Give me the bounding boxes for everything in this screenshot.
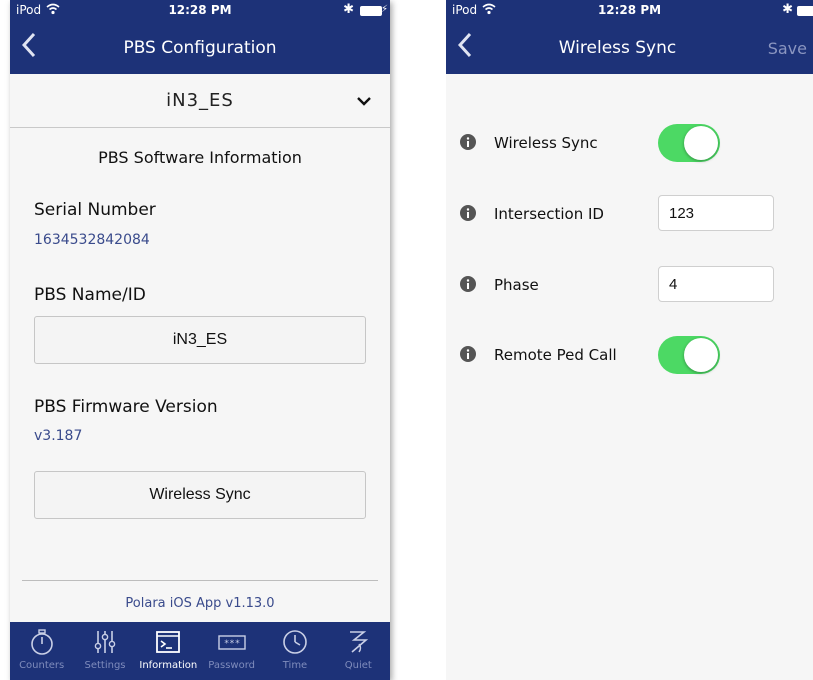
device-select[interactable]: iN3_ES — [10, 74, 390, 128]
save-button[interactable]: Save — [768, 39, 807, 58]
tab-counters[interactable]: Counters — [10, 622, 73, 680]
pbs-name-label: PBS Name/ID — [34, 285, 146, 305]
wireless-sync-button[interactable]: Wireless Sync — [34, 471, 366, 519]
tab-information[interactable]: Information — [137, 622, 200, 680]
info-icon[interactable] — [460, 134, 476, 150]
tab-settings[interactable]: Settings — [73, 622, 136, 680]
tab-bar: Counters Settings Information *** Passwo… — [10, 622, 390, 680]
serial-number-label: Serial Number — [34, 200, 156, 220]
status-bar: iPod 12:28 PM ✱ — [446, 0, 813, 22]
info-icon[interactable] — [460, 205, 476, 221]
tab-label: Quiet — [344, 660, 372, 671]
password-icon: *** — [217, 628, 246, 656]
tab-label: Counters — [19, 660, 65, 671]
info-icon[interactable] — [460, 276, 476, 292]
status-time: 12:28 PM — [597, 3, 662, 17]
status-time: 12:28 PM — [168, 3, 232, 17]
nav-bar: Wireless Sync Save — [446, 22, 813, 74]
chevron-down-icon — [356, 93, 372, 109]
toggle-knob — [684, 338, 718, 372]
nav-bar: PBS Configuration — [10, 22, 390, 74]
pbs-name-button[interactable]: iN3_ES — [34, 316, 366, 364]
tab-time[interactable]: Time — [263, 622, 326, 680]
tab-label: Information — [139, 660, 198, 671]
bluetooth-icon: ✱ — [782, 2, 793, 17]
app-version: Polara iOS App v1.13.0 — [125, 596, 275, 611]
info-icon[interactable] — [460, 346, 476, 362]
firmware-version-value: v3.187 — [34, 428, 83, 444]
wireless-sync-row: Wireless Sync — [446, 122, 813, 162]
svg-text:***: *** — [224, 639, 240, 649]
tab-quiet[interactable]: Quiet — [327, 622, 390, 680]
remote-ped-call-row: Remote Ped Call — [446, 334, 813, 374]
serial-number-value: 1634532842084 — [34, 232, 150, 248]
intersection-id-row: Intersection ID 123 — [446, 193, 813, 233]
wireless-sync-screen: iPod 12:28 PM ✱ Wireless Sync Save Wirel… — [446, 0, 813, 680]
firmware-version-label: PBS Firmware Version — [34, 397, 218, 417]
phase-row: Phase 4 — [446, 264, 813, 304]
sliders-icon — [91, 628, 119, 656]
battery-icon — [797, 6, 813, 16]
tab-label: Time — [282, 660, 308, 671]
pbs-configuration-screen: iPod 12:28 PM ✱ ⚡ PBS Configuration iN3_… — [10, 0, 390, 680]
tab-label: Settings — [84, 660, 126, 671]
wireless-sync-toggle[interactable] — [658, 124, 720, 162]
intersection-id-input[interactable]: 123 — [658, 195, 774, 231]
quiet-icon — [344, 628, 372, 656]
intersection-id-label: Intersection ID — [494, 205, 604, 223]
page-title: PBS Configuration — [123, 38, 277, 58]
clock-icon — [281, 628, 309, 656]
phase-label: Phase — [494, 276, 539, 294]
status-bar: iPod 12:28 PM ✱ ⚡ — [10, 0, 390, 22]
tab-password[interactable]: *** Password — [200, 622, 263, 680]
bluetooth-icon: ✱ — [343, 2, 354, 17]
toggle-knob — [684, 126, 718, 160]
remote-ped-call-toggle[interactable] — [658, 336, 720, 374]
phase-input[interactable]: 4 — [658, 266, 774, 302]
stopwatch-icon — [28, 628, 56, 656]
footer-divider — [22, 580, 378, 581]
wireless-sync-label: Wireless Sync — [494, 134, 598, 152]
terminal-icon — [154, 628, 182, 656]
charging-icon: ⚡ — [380, 4, 388, 15]
section-title: PBS Software Information — [98, 148, 302, 167]
remote-ped-call-label: Remote Ped Call — [494, 346, 617, 364]
tab-label: Password — [208, 660, 255, 671]
device-select-value: iN3_ES — [166, 90, 234, 111]
battery-icon — [360, 6, 382, 16]
page-title: Wireless Sync — [558, 38, 677, 58]
